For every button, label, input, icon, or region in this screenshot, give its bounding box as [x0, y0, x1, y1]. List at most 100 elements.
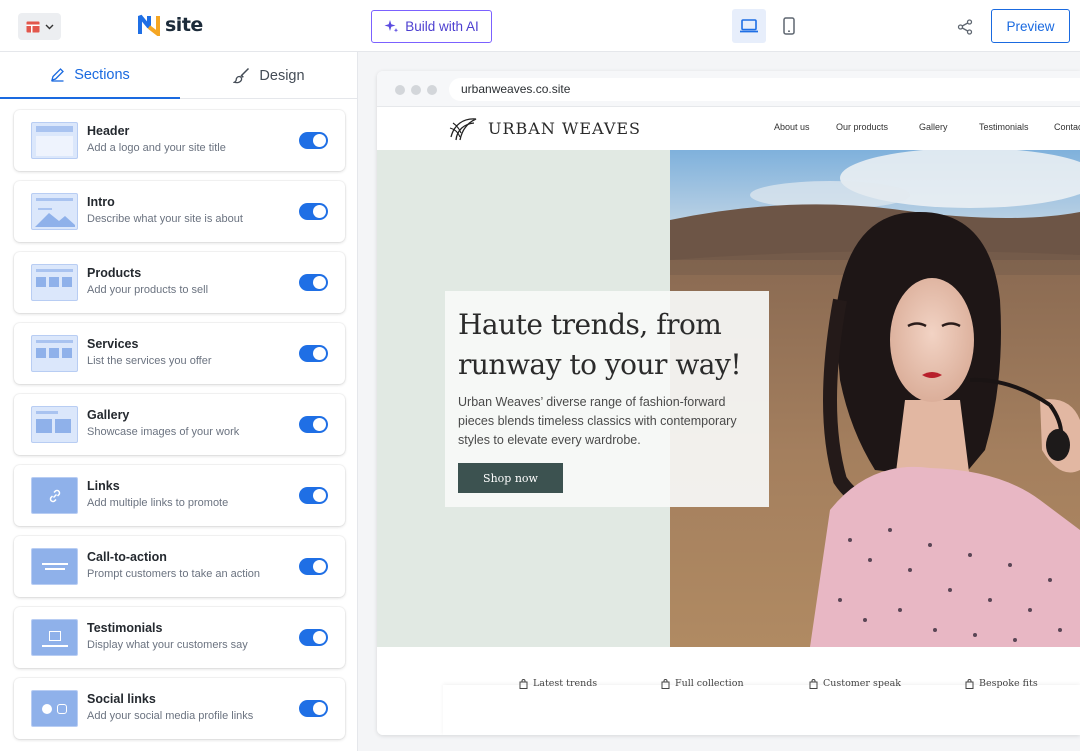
header-thumbnail-icon	[31, 122, 78, 159]
section-toggle[interactable]	[299, 416, 328, 433]
section-toggle[interactable]	[299, 700, 328, 717]
url-bar[interactable]: urbanweaves.co.site	[449, 78, 1080, 101]
section-card-testimonials[interactable]: Testimonials Display what your customers…	[14, 607, 345, 668]
tab-sections-label: Sections	[74, 66, 130, 83]
window-dot	[411, 85, 421, 95]
section-card-intro[interactable]: Intro Describe what your site is about	[14, 181, 345, 242]
section-description: Add a logo and your site title	[87, 142, 226, 154]
desktop-view-button[interactable]	[732, 9, 766, 43]
shopping-bag-icon	[519, 678, 528, 689]
nav-link-about[interactable]: About us	[774, 122, 810, 132]
hero-title: Haute trends, from runway to your way!	[458, 308, 742, 381]
section-toggle[interactable]	[299, 629, 328, 646]
pencil-icon	[51, 68, 65, 82]
build-with-ai-label: Build with AI	[405, 19, 479, 34]
section-toggle[interactable]	[299, 345, 328, 362]
tab-sections[interactable]: Sections	[0, 52, 180, 99]
window-dot	[427, 85, 437, 95]
window-dot	[395, 85, 405, 95]
cta-thumbnail-icon	[31, 548, 78, 585]
section-toggle[interactable]	[299, 132, 328, 149]
nav-link-testimonials[interactable]: Testimonials	[979, 122, 1029, 132]
hero-text-card: Haute trends, from runway to your way! U…	[445, 291, 769, 507]
section-card-services[interactable]: Services List the services you offer	[14, 323, 345, 384]
shopping-bag-icon	[965, 678, 974, 689]
section-toggle[interactable]	[299, 274, 328, 291]
section-card-call-to-action[interactable]: Call-to-action Prompt customers to take …	[14, 536, 345, 597]
section-card-products[interactable]: Products Add your products to sell	[14, 252, 345, 313]
laptop-icon	[740, 19, 758, 33]
section-description: List the services you offer	[87, 355, 212, 367]
section-card-links[interactable]: Links Add multiple links to promote	[14, 465, 345, 526]
products-thumbnail-icon	[31, 264, 78, 301]
testimonials-thumbnail-icon	[31, 619, 78, 656]
shopping-bag-icon	[809, 678, 818, 689]
preview-hero: Haute trends, from runway to your way! U…	[377, 150, 1080, 647]
section-description: Add your products to sell	[87, 284, 209, 296]
section-toggle[interactable]	[299, 487, 328, 504]
links-thumbnail-icon	[31, 477, 78, 514]
top-bar: site Build with AI Preview	[0, 0, 1080, 52]
section-title: Header	[87, 124, 130, 138]
layout-menu-button[interactable]	[18, 13, 61, 40]
share-button[interactable]	[950, 12, 980, 42]
section-description: Describe what your site is about	[87, 213, 243, 225]
app-logo[interactable]: site	[138, 14, 203, 36]
phone-icon	[783, 17, 795, 35]
section-title: Services	[87, 337, 139, 351]
layout-icon	[26, 21, 39, 32]
share-icon	[957, 19, 973, 35]
section-card-social-links[interactable]: Social links Add your social media profi…	[14, 678, 345, 739]
section-title: Products	[87, 266, 142, 280]
section-description: Add your social media profile links	[87, 710, 254, 722]
paintbrush-icon	[233, 67, 250, 84]
build-with-ai-button[interactable]: Build with AI	[371, 10, 492, 43]
shopping-bag-icon	[661, 678, 670, 689]
chevron-down-icon	[45, 24, 53, 29]
feature-customer-speak[interactable]: Customer speak	[809, 678, 901, 689]
brand-name: URBAN WEAVES	[488, 119, 642, 138]
section-title: Social links	[87, 692, 156, 706]
section-title: Testimonials	[87, 621, 163, 635]
nav-link-contact[interactable]: Contac	[1054, 122, 1080, 132]
services-thumbnail-icon	[31, 335, 78, 372]
section-card-header[interactable]: Header Add a logo and your site title	[14, 110, 345, 171]
feature-label: Latest trends	[533, 678, 598, 689]
nav-link-gallery[interactable]: Gallery	[919, 122, 948, 132]
preview-features-section: Latest trends Full collection Customer s…	[377, 647, 1080, 735]
logo-mark-icon	[138, 14, 160, 36]
logo-text: site	[165, 14, 203, 36]
section-toggle[interactable]	[299, 203, 328, 220]
tab-design-label: Design	[259, 67, 305, 84]
feature-bespoke-fits[interactable]: Bespoke fits	[965, 678, 1038, 689]
gallery-thumbnail-icon	[31, 406, 78, 443]
intro-thumbnail-icon	[31, 193, 78, 230]
mobile-view-button[interactable]	[772, 9, 806, 43]
section-description: Prompt customers to take an action	[87, 568, 261, 580]
feature-label: Customer speak	[823, 678, 901, 689]
feature-label: Full collection	[675, 678, 744, 689]
section-toggle[interactable]	[299, 558, 328, 575]
section-description: Showcase images of your work	[87, 426, 240, 438]
section-title: Links	[87, 479, 120, 493]
preview-button[interactable]: Preview	[991, 9, 1070, 43]
section-title: Intro	[87, 195, 115, 209]
preview-site-nav: URBAN WEAVES About us Our products Galle…	[377, 107, 1080, 150]
sidebar-tabs: Sections Design	[0, 52, 358, 99]
brand-logo-icon	[449, 118, 477, 141]
feature-bar	[443, 685, 1080, 735]
site-preview-window: urbanweaves.co.site URBAN WEAVES About u…	[377, 71, 1080, 735]
hero-description: Urban Weaves’ diverse range of fashion-f…	[458, 395, 737, 447]
feature-label: Bespoke fits	[979, 678, 1038, 689]
section-description: Add multiple links to promote	[87, 497, 229, 509]
nav-link-products[interactable]: Our products	[836, 122, 888, 132]
feature-full-collection[interactable]: Full collection	[661, 678, 744, 689]
shop-now-button[interactable]: Shop now	[458, 463, 563, 493]
preview-brand[interactable]: URBAN WEAVES	[447, 115, 641, 142]
section-card-gallery[interactable]: Gallery Showcase images of your work	[14, 394, 345, 455]
feature-latest-trends[interactable]: Latest trends	[519, 678, 597, 689]
tab-design[interactable]: Design	[180, 52, 358, 99]
sparkle-icon	[384, 20, 399, 33]
section-description: Display what your customers say	[87, 639, 248, 651]
sidebar: Sections Design Header Add a logo and yo…	[0, 52, 358, 751]
